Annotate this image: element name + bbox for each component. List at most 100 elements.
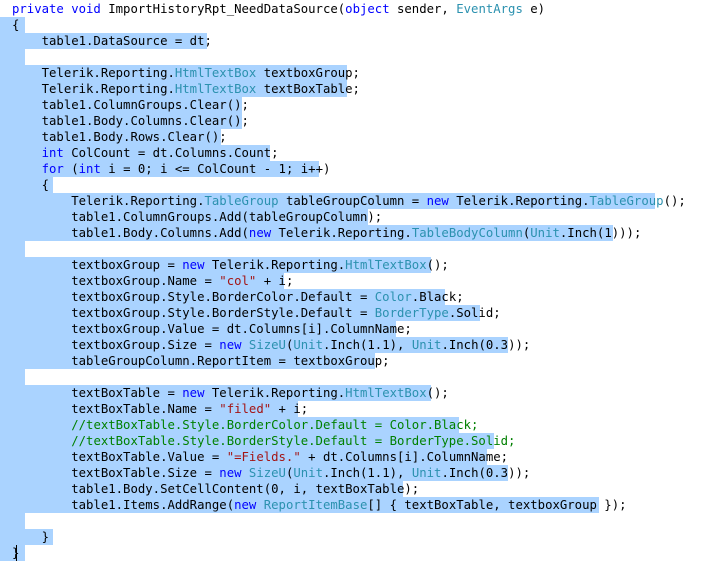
code-token: "col" bbox=[219, 274, 257, 288]
code-line[interactable]: textboxGroup.Style.BorderColor.Default =… bbox=[0, 289, 464, 305]
code-line[interactable] bbox=[0, 369, 25, 385]
code-token: (); bbox=[663, 194, 686, 208]
code-line[interactable]: int ColCount = dt.Columns.Count; bbox=[0, 145, 279, 161]
code-token: for bbox=[41, 162, 64, 176]
code-token: table1.ColumnGroups.Clear(); bbox=[12, 98, 249, 112]
text-caret bbox=[16, 545, 17, 561]
code-token: table1.ColumnGroups.Add(tableGroupColumn… bbox=[12, 210, 383, 224]
code-token: new bbox=[426, 194, 449, 208]
code-token: .Inch(0.3)); bbox=[441, 338, 531, 352]
code-text: textBoxTable.Value = "=Fields." + dt.Col… bbox=[0, 449, 508, 465]
code-text: tableGroupColumn.ReportItem = textboxGro… bbox=[0, 353, 389, 369]
code-line[interactable]: table1.Body.Columns.Add(new Telerik.Repo… bbox=[0, 225, 641, 241]
code-line[interactable]: table1.Items.AddRange(new ReportItemBase… bbox=[0, 497, 627, 513]
code-text: Telerik.Reporting.HtmlTextBox textBoxTab… bbox=[0, 81, 360, 97]
code-text: table1.Items.AddRange(new ReportItemBase… bbox=[0, 497, 627, 513]
code-line[interactable]: //textBoxTable.Style.BorderColor.Default… bbox=[0, 417, 478, 433]
code-token: Unit bbox=[293, 466, 323, 480]
code-token: (); bbox=[426, 386, 449, 400]
code-token: tableGroupColumn = bbox=[278, 194, 427, 208]
code-line[interactable]: textboxGroup.Style.BorderStyle.Default =… bbox=[0, 305, 501, 321]
code-line[interactable] bbox=[0, 513, 25, 529]
code-line[interactable] bbox=[0, 241, 25, 257]
code-token: .Inch(0.3)); bbox=[441, 466, 531, 480]
code-line[interactable]: Telerik.Reporting.HtmlTextBox textboxGro… bbox=[0, 65, 360, 81]
code-text: table1.Body.Columns.Add(new Telerik.Repo… bbox=[0, 225, 641, 241]
code-token: TableGroup bbox=[589, 194, 664, 208]
code-token: SizeU bbox=[248, 466, 286, 480]
code-token: Telerik.Reporting. bbox=[271, 226, 412, 240]
code-line[interactable]: table1.ColumnGroups.Add(tableGroupColumn… bbox=[0, 209, 382, 225]
code-token: BorderType bbox=[374, 306, 449, 320]
code-token: textBoxTable.Name = bbox=[12, 402, 220, 416]
selection-highlight bbox=[0, 241, 25, 257]
code-line[interactable]: textBoxTable.Name = "filed" + i; bbox=[0, 401, 308, 417]
code-token: new bbox=[234, 498, 257, 512]
code-text: textBoxTable.Name = "filed" + i; bbox=[0, 401, 308, 417]
code-line[interactable]: for (int i = 0; i <= ColCount - 1; i++) bbox=[0, 161, 330, 177]
code-line[interactable]: private void ImportHistoryRpt_NeedDataSo… bbox=[0, 1, 545, 17]
code-token: HtmlTextBox bbox=[174, 82, 257, 96]
code-line[interactable]: textBoxTable.Value = "=Fields." + dt.Col… bbox=[0, 449, 508, 465]
code-line[interactable]: table1.Body.Rows.Clear(); bbox=[0, 129, 227, 145]
code-token: new bbox=[182, 386, 205, 400]
code-line[interactable]: //textBoxTable.Style.BorderStyle.Default… bbox=[0, 433, 515, 449]
code-token: .Inch(1))); bbox=[559, 226, 642, 240]
code-line[interactable]: table1.Body.Columns.Clear(); bbox=[0, 113, 249, 129]
code-line[interactable]: { bbox=[0, 177, 53, 193]
code-token: EventArgs bbox=[456, 2, 523, 16]
code-token: HtmlTextBox bbox=[174, 66, 257, 80]
code-text: int ColCount = dt.Columns.Count; bbox=[0, 145, 279, 161]
code-line[interactable]: Telerik.Reporting.TableGroup tableGroupC… bbox=[0, 193, 686, 209]
code-text: textboxGroup.Style.BorderStyle.Default =… bbox=[0, 305, 501, 321]
code-token: sender, bbox=[389, 2, 457, 16]
code-token: { bbox=[12, 18, 20, 32]
code-token: new bbox=[219, 338, 242, 352]
code-text: private void ImportHistoryRpt_NeedDataSo… bbox=[0, 1, 545, 17]
code-text: table1.ColumnGroups.Clear(); bbox=[0, 97, 249, 113]
code-token: [] { textBoxTable, textboxGroup }); bbox=[367, 498, 627, 512]
code-token: new bbox=[248, 226, 272, 240]
code-token: Telerik.Reporting. bbox=[204, 386, 346, 400]
code-token: .Solid; bbox=[448, 306, 501, 320]
code-token: .Inch(1.1), bbox=[322, 338, 412, 352]
code-token: Unit bbox=[293, 338, 323, 352]
code-token: new bbox=[219, 466, 242, 480]
code-line[interactable]: textboxGroup.Size = new SizeU(Unit.Inch(… bbox=[0, 337, 530, 353]
code-line[interactable]: textboxGroup.Name = "col" + i; bbox=[0, 273, 293, 289]
code-token: textboxGroup = bbox=[12, 258, 183, 272]
code-line[interactable]: textBoxTable = new Telerik.Reporting.Htm… bbox=[0, 385, 449, 401]
code-line[interactable]: textboxGroup = new Telerik.Reporting.Htm… bbox=[0, 257, 449, 273]
code-line[interactable]: textBoxTable.Size = new SizeU(Unit.Inch(… bbox=[0, 465, 530, 481]
code-line[interactable] bbox=[0, 49, 25, 65]
code-line[interactable]: Telerik.Reporting.HtmlTextBox textBoxTab… bbox=[0, 81, 360, 97]
code-text: table1.Body.SetCellContent(0, i, textBox… bbox=[0, 481, 419, 497]
code-line[interactable]: table1.Body.SetCellContent(0, i, textBox… bbox=[0, 481, 419, 497]
code-editor[interactable]: private void ImportHistoryRpt_NeedDataSo… bbox=[0, 0, 721, 588]
code-line[interactable]: table1.DataSource = dt; bbox=[0, 33, 212, 49]
code-token: //textBoxTable.Style.BorderStyle.Default… bbox=[71, 434, 516, 448]
code-line[interactable]: table1.ColumnGroups.Clear(); bbox=[0, 97, 249, 113]
code-token: table1.Body.Rows.Clear(); bbox=[12, 130, 227, 144]
code-token: + dt.Columns[i].ColumnName; bbox=[300, 450, 509, 464]
code-line[interactable]: } bbox=[0, 529, 53, 545]
code-token: table1.DataSource = dt; bbox=[12, 34, 212, 48]
code-text: textboxGroup = new Telerik.Reporting.Htm… bbox=[0, 257, 449, 273]
code-text: textBoxTable.Size = new SizeU(Unit.Inch(… bbox=[0, 465, 530, 481]
code-token: object bbox=[345, 2, 390, 16]
code-token: table1.Body.SetCellContent(0, i, textBox… bbox=[12, 482, 420, 496]
code-line[interactable]: textboxGroup.Value = dt.Columns[i].Colum… bbox=[0, 321, 412, 337]
code-token: Telerik.Reporting. bbox=[204, 258, 346, 272]
code-text: table1.DataSource = dt; bbox=[0, 33, 212, 49]
code-line[interactable]: tableGroupColumn.ReportItem = textboxGro… bbox=[0, 353, 390, 369]
code-token: textboxGroup.Style.BorderStyle.Default = bbox=[12, 306, 375, 320]
code-line[interactable]: { bbox=[0, 17, 25, 33]
code-token: .Inch(1.1), bbox=[322, 466, 412, 480]
code-token: e) bbox=[522, 2, 546, 16]
code-text: { bbox=[0, 177, 49, 193]
code-token: private void bbox=[12, 2, 109, 16]
